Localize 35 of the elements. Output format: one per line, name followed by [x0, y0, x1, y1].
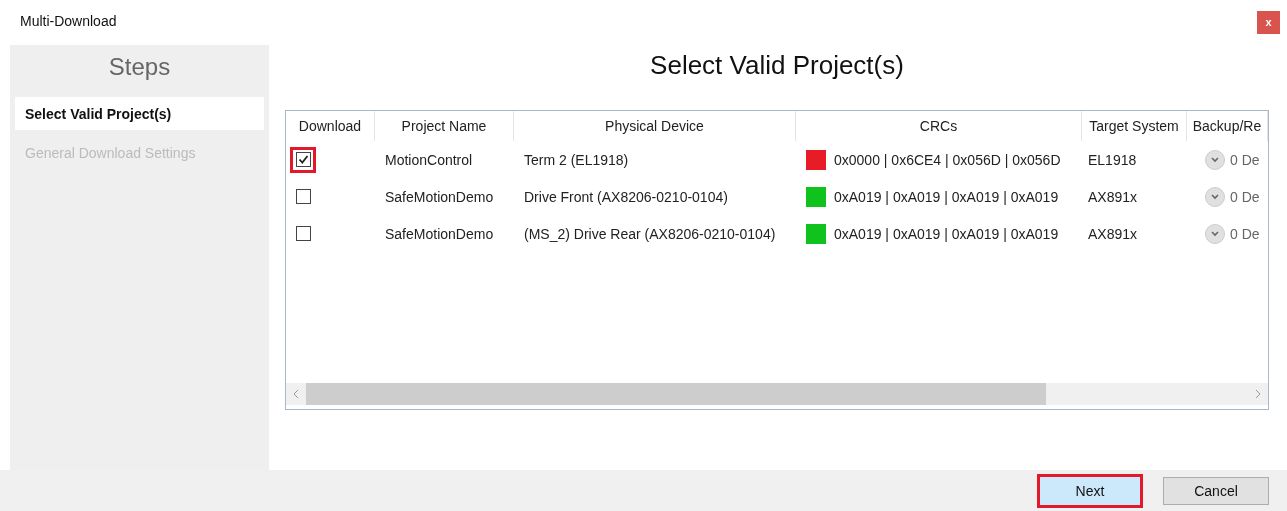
window-title: Multi-Download — [20, 12, 117, 29]
column-header[interactable]: Backup/Re — [1187, 111, 1268, 141]
crc-values: 0x0000 | 0x6CE4 | 0x056D | 0x056D — [834, 151, 1061, 168]
steps-title: Steps — [107, 52, 172, 82]
next-button[interactable]: Next — [1037, 473, 1143, 508]
crc-values: 0xA019 | 0xA019 | 0xA019 | 0xA019 — [834, 188, 1059, 205]
crc-values: 0xA019 | 0xA019 | 0xA019 | 0xA019 — [834, 225, 1059, 242]
column-header[interactable]: CRCs — [796, 111, 1082, 141]
backup-value: 0 De — [1230, 225, 1260, 242]
physical-device: Term 2 (EL1918) — [524, 151, 629, 168]
backup-value: 0 De — [1230, 188, 1260, 205]
close-button[interactable]: x — [1257, 10, 1280, 34]
target-system: EL1918 — [1088, 151, 1137, 168]
column-header[interactable]: Target System — [1082, 111, 1187, 141]
download-checkbox[interactable] — [295, 189, 311, 204]
column-header[interactable]: Project Name — [375, 111, 514, 141]
physical-device: Drive Front (AX8206-0210-0104) — [524, 188, 728, 205]
page-heading: Select Valid Project(s) — [649, 49, 905, 82]
target-system: AX891x — [1088, 188, 1138, 205]
backup-value: 0 De — [1230, 151, 1260, 168]
step-item[interactable]: Select Valid Project(s) — [15, 97, 264, 130]
horizontal-scrollbar[interactable] — [286, 383, 1268, 405]
project-name: SafeMotionDemo — [385, 225, 494, 242]
cancel-button[interactable]: Cancel — [1163, 476, 1269, 505]
project-name: MotionControl — [385, 151, 473, 168]
download-checkbox[interactable] — [295, 152, 311, 167]
chevron-down-icon[interactable] — [1205, 186, 1225, 207]
chevron-down-icon[interactable] — [1205, 149, 1225, 170]
download-checkbox[interactable] — [295, 226, 311, 241]
column-header[interactable]: Download — [286, 111, 375, 141]
project-name: SafeMotionDemo — [385, 188, 494, 205]
target-system: AX891x — [1088, 225, 1138, 242]
chevron-down-icon[interactable] — [1205, 223, 1225, 244]
physical-device: (MS_2) Drive Rear (AX8206-0210-0104) — [524, 225, 776, 242]
column-header[interactable]: Physical Device — [514, 111, 796, 141]
